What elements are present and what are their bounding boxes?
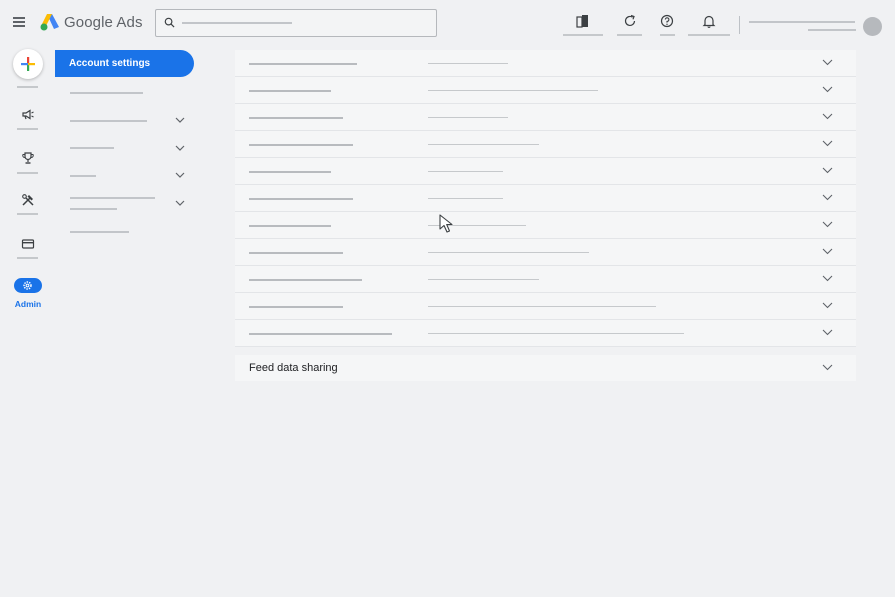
top-bar: Google Ads [0,0,895,46]
setting-row[interactable] [235,266,856,293]
setting-name [249,333,392,335]
chevron-down-icon[interactable] [822,275,833,282]
setting-row[interactable] [235,158,856,185]
chevron-down-icon[interactable] [822,167,833,174]
rail-underline [17,86,38,88]
rail-underline [17,213,38,215]
setting-name [249,90,331,92]
setting-name [249,306,343,308]
setting-value [428,90,598,91]
campaigns-megaphone-icon[interactable] [21,108,35,122]
tools-icon[interactable] [21,193,35,207]
search-icon [164,17,175,28]
building-icon[interactable] [575,13,591,29]
chevron-down-icon[interactable] [175,145,185,152]
setting-row[interactable] [235,293,856,320]
avatar[interactable] [863,17,882,36]
nav-item[interactable] [70,147,114,149]
chevron-down-icon[interactable] [822,329,833,336]
setting-value [428,117,508,118]
setting-value [428,279,539,280]
help-icon[interactable] [659,13,675,29]
create-button[interactable] [13,49,43,79]
setting-value [428,63,508,64]
setting-name [249,171,331,173]
setting-value [428,252,589,253]
tool-underline [563,34,603,36]
search-input[interactable] [155,9,437,37]
chevron-down-icon[interactable] [175,172,185,179]
tool-underline [688,34,730,36]
setting-name [249,117,343,119]
search-placeholder [182,22,292,24]
nav-item[interactable] [70,197,155,199]
nav-item-line2 [70,208,117,210]
nav-item[interactable] [70,92,143,94]
hamburger-icon[interactable] [13,17,25,27]
chevron-down-icon[interactable] [822,194,833,201]
setting-row[interactable] [235,131,856,158]
trophy-icon[interactable] [21,151,35,165]
setting-name [249,225,331,227]
chevron-down-icon[interactable] [822,59,833,66]
google-ads-logo [40,14,59,31]
setting-name [249,252,343,254]
setting-row[interactable] [235,50,856,77]
setting-value [428,198,503,199]
bell-icon[interactable] [701,13,717,29]
plus-icon [21,57,35,71]
admin-label: Admin [14,299,42,309]
setting-row[interactable] [235,77,856,104]
setting-name [249,63,357,65]
tool-underline [617,34,642,36]
setting-row[interactable] [235,320,856,347]
nav-item[interactable] [70,175,96,177]
divider [739,16,740,34]
feed-data-sharing-label: Feed data sharing [249,362,338,374]
chevron-down-icon[interactable] [822,364,833,371]
admin-button[interactable] [14,278,42,293]
setting-name [249,279,362,281]
nav-item[interactable] [70,231,129,233]
setting-value [428,306,656,307]
nav-item[interactable] [70,120,147,122]
brand-name: Google Ads [64,14,143,31]
setting-row[interactable] [235,212,856,239]
rail-underline [17,257,38,259]
chevron-down-icon[interactable] [822,113,833,120]
chevron-down-icon[interactable] [822,248,833,255]
refresh-icon[interactable] [622,13,638,29]
setting-value [428,144,539,145]
setting-value [428,171,503,172]
setting-row[interactable] [235,239,856,266]
chevron-down-icon[interactable] [822,221,833,228]
rail-underline [17,172,38,174]
setting-row[interactable] [235,104,856,131]
chevron-down-icon[interactable] [822,140,833,147]
chevron-down-icon[interactable] [822,86,833,93]
nav-item-label: Account settings [69,58,151,69]
nav-item-account-settings[interactable]: Account settings [55,50,194,77]
rail-underline [17,128,38,130]
feed-data-sharing-row[interactable]: Feed data sharing [235,355,856,381]
billing-card-icon[interactable] [21,237,35,251]
tool-underline [660,34,675,36]
chevron-down-icon[interactable] [175,200,185,207]
chevron-down-icon[interactable] [175,117,185,124]
settings-panel [235,50,856,347]
account-id [808,29,856,31]
mouse-cursor-icon [439,214,453,233]
account-name[interactable] [749,21,855,23]
chevron-down-icon[interactable] [822,302,833,309]
setting-row[interactable] [235,185,856,212]
setting-name [249,198,353,200]
setting-name [249,144,353,146]
gear-icon [23,281,32,290]
setting-value [428,333,684,334]
